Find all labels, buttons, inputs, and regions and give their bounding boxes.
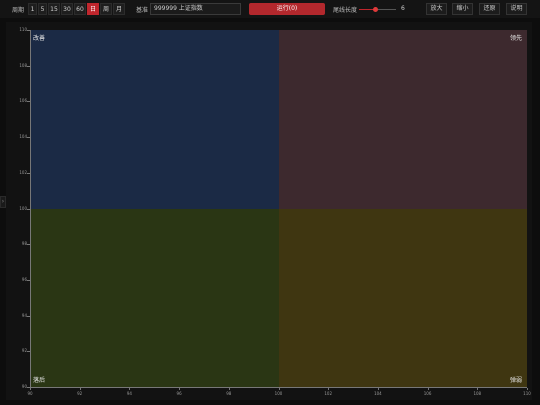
x-tick-mark bbox=[328, 388, 330, 390]
x-tick-label: 108 bbox=[473, 391, 482, 396]
x-tick-label: 90 bbox=[27, 391, 33, 396]
tail-length-value: 6 bbox=[401, 5, 405, 12]
y-tick-mark bbox=[27, 351, 30, 353]
y-tick-mark bbox=[27, 244, 30, 246]
period-button-4[interactable]: 60 bbox=[74, 3, 86, 15]
x-tick-mark bbox=[527, 388, 528, 390]
y-tick-mark bbox=[27, 30, 30, 31]
quadrant-lagging bbox=[30, 208, 279, 387]
quadrant-label-weakening: 弹弱 bbox=[509, 377, 522, 384]
y-tick-label: 90 bbox=[21, 384, 27, 389]
run-button[interactable]: 运行(0) bbox=[249, 3, 325, 15]
benchmark-input[interactable]: 999999 上证指数 bbox=[150, 3, 241, 15]
x-tick-label: 94 bbox=[126, 391, 132, 396]
period-button-1[interactable]: 5 bbox=[38, 3, 47, 15]
y-tick-mark bbox=[27, 137, 30, 139]
y-tick-label: 98 bbox=[21, 241, 27, 247]
period-selector: 1 5 15 30 60 日周月 bbox=[28, 3, 126, 15]
slider-thumb[interactable] bbox=[373, 7, 379, 12]
quadrant-label-improving: 改善 bbox=[33, 35, 46, 42]
period-button-7[interactable]: 月 bbox=[113, 3, 125, 15]
y-tick-label: 106 bbox=[19, 98, 27, 104]
y-tick-label: 100 bbox=[19, 205, 27, 211]
y-tick-mark bbox=[27, 101, 30, 103]
quadrant-weakening bbox=[278, 208, 527, 387]
tail-length-slider[interactable] bbox=[359, 7, 396, 12]
quadrant-label-leading: 领先 bbox=[509, 35, 522, 42]
y-tick-mark bbox=[27, 208, 30, 210]
period-button-6[interactable]: 周 bbox=[100, 3, 112, 15]
y-tick-label: 92 bbox=[21, 348, 27, 354]
period-button-5[interactable]: 日 bbox=[87, 3, 99, 15]
y-tick-mark bbox=[27, 387, 30, 388]
y-tick-mark bbox=[27, 315, 30, 317]
y-axis bbox=[30, 30, 31, 387]
y-tick-mark bbox=[27, 65, 30, 67]
x-tick-label: 98 bbox=[226, 391, 232, 396]
x-tick-mark bbox=[228, 388, 230, 390]
quadrant-improving bbox=[30, 30, 279, 209]
help-button[interactable]: 说明 bbox=[506, 3, 527, 15]
x-tick-mark bbox=[179, 388, 181, 390]
x-tick-mark bbox=[79, 388, 81, 390]
x-tick-mark bbox=[278, 388, 280, 390]
x-tick-label: 106 bbox=[423, 391, 432, 396]
x-tick-mark bbox=[427, 388, 429, 390]
tail-length-label: 尾线长度 bbox=[333, 7, 358, 14]
y-tick-label: 102 bbox=[19, 169, 27, 175]
y-tick-mark bbox=[27, 172, 30, 174]
y-tick-label: 104 bbox=[19, 134, 27, 140]
x-tick-label: 102 bbox=[324, 391, 332, 396]
period-label: 周期 bbox=[12, 7, 25, 14]
y-tick-label: 110 bbox=[19, 27, 27, 32]
x-tick-label: 104 bbox=[374, 391, 382, 396]
period-button-2[interactable]: 15 bbox=[48, 3, 60, 15]
x-tick-mark bbox=[30, 388, 31, 390]
x-tick-mark bbox=[129, 388, 131, 390]
benchmark-label: 基准 bbox=[136, 7, 149, 14]
x-tick-mark bbox=[477, 388, 479, 390]
x-tick-mark bbox=[377, 388, 379, 390]
y-tick-label: 94 bbox=[21, 312, 27, 318]
y-tick-mark bbox=[27, 279, 30, 281]
quadrant-leading bbox=[278, 30, 527, 209]
zoom-in-button[interactable]: 放大 bbox=[426, 3, 447, 15]
period-button-3[interactable]: 30 bbox=[61, 3, 73, 15]
rrg-plot-area[interactable]: 改善 领先 落后 弹弱 bbox=[30, 30, 527, 387]
reset-button[interactable]: 还原 bbox=[479, 3, 500, 15]
y-tick-label: 96 bbox=[21, 276, 27, 282]
x-tick-label: 96 bbox=[176, 391, 182, 396]
y-tick-label: 108 bbox=[19, 62, 27, 68]
quadrant-label-lagging: 落后 bbox=[33, 377, 46, 384]
zoom-out-button[interactable]: 缩小 bbox=[452, 3, 473, 15]
period-button-0[interactable]: 1 bbox=[28, 3, 37, 15]
x-tick-label: 92 bbox=[77, 391, 83, 396]
x-tick-label: 100 bbox=[274, 391, 283, 396]
x-tick-label: 110 bbox=[523, 391, 531, 396]
toolbar: 周期 1 5 15 30 60 日周月 基准 999999 上证指数 运行(0) 尾线长度… bbox=[0, 0, 540, 18]
